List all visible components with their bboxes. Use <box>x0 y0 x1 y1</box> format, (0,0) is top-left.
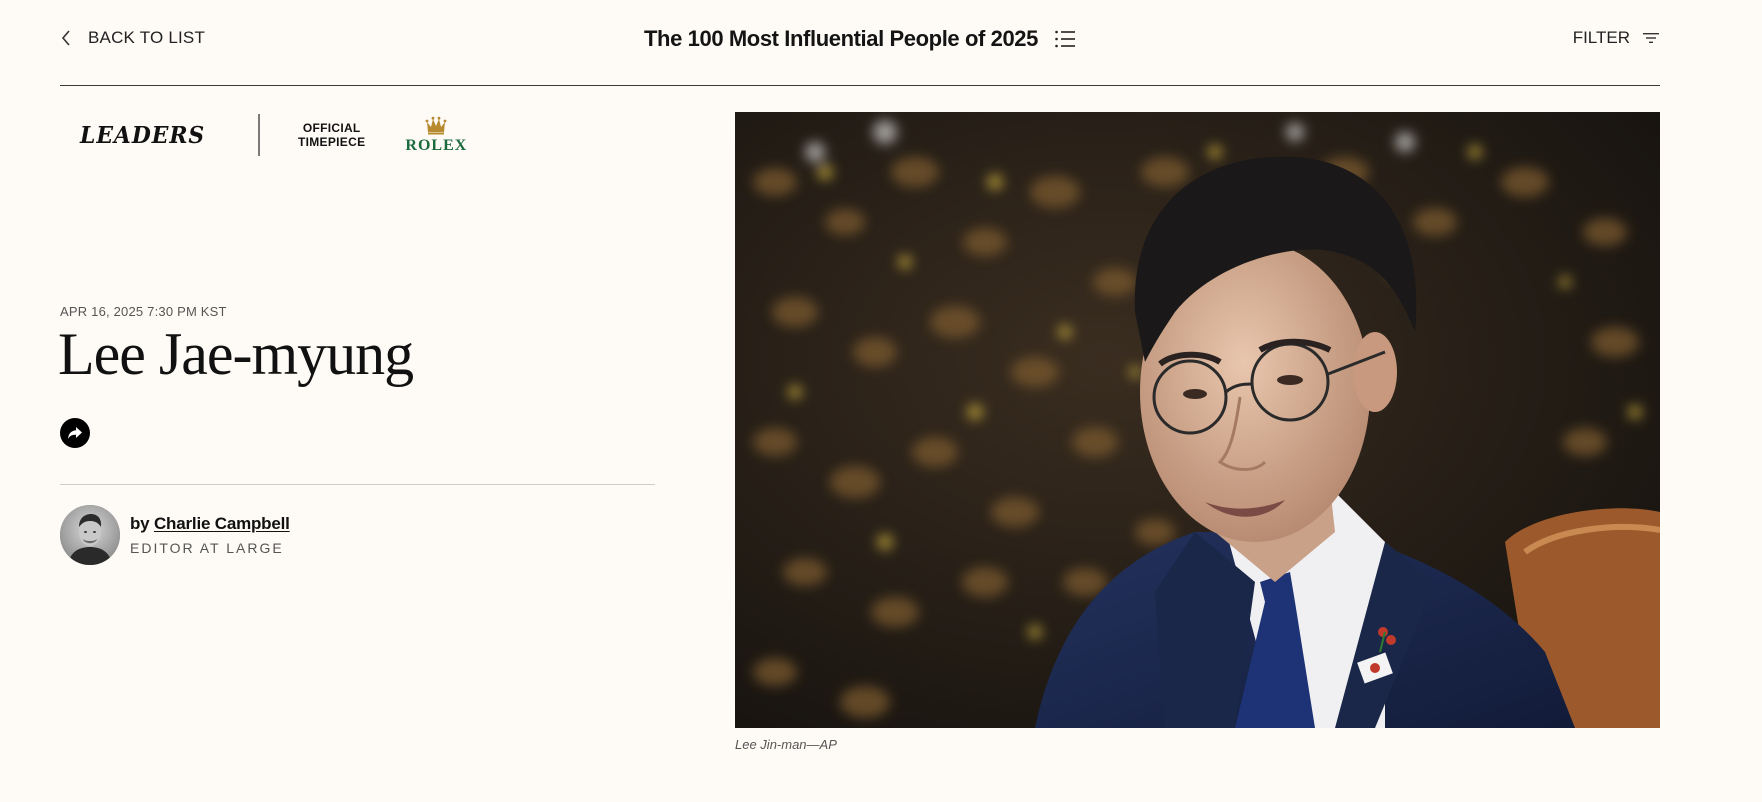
share-button[interactable] <box>60 418 90 448</box>
rolex-logo[interactable]: ROLEX <box>405 116 467 155</box>
rolex-wordmark: ROLEX <box>405 136 468 154</box>
timepiece-line-2: TIMEPIECE <box>298 135 366 149</box>
profile-page: BACK TO LIST The 100 Most Influential Pe… <box>0 0 1762 802</box>
official-timepiece-label: OFFICIAL TIMEPIECE <box>298 121 365 149</box>
list-title-button[interactable]: The 100 Most Influential People of 2025 <box>644 26 1076 52</box>
hero-photo <box>735 112 1660 728</box>
list-title: The 100 Most Influential People of 2025 <box>644 26 1038 51</box>
list-icon <box>1055 30 1075 48</box>
crown-icon <box>425 116 447 134</box>
back-to-list-link[interactable]: BACK TO LIST <box>60 28 205 48</box>
section-divider <box>60 484 655 485</box>
by-prefix: by <box>130 514 150 533</box>
back-to-list-label: BACK TO LIST <box>88 28 206 47</box>
filter-lines-icon <box>1643 33 1659 43</box>
share-arrow-icon <box>68 427 82 439</box>
article-headline: Lee Jae-myung <box>58 321 414 387</box>
timepiece-line-1: OFFICIAL <box>302 121 361 135</box>
author-role: EDITOR AT LARGE <box>130 540 284 556</box>
sponsor-banner: LEADERS OFFICIAL TIMEPIECE ROLEX <box>80 110 480 160</box>
by-line: by Charlie Campbell <box>130 514 290 534</box>
byline-text: by Charlie Campbell EDITOR AT LARGE <box>130 514 290 556</box>
top-navigation: BACK TO LIST The 100 Most Influential Pe… <box>60 0 1660 86</box>
chevron-left-icon <box>61 30 70 46</box>
author-avatar[interactable] <box>60 505 120 565</box>
sponsor-divider <box>258 114 260 156</box>
publish-date: APR 16, 2025 7:30 PM KST <box>60 304 227 319</box>
filter-label: FILTER <box>1572 28 1630 47</box>
author-name-link[interactable]: Charlie Campbell <box>154 514 290 533</box>
author-byline: by Charlie Campbell EDITOR AT LARGE <box>60 505 290 565</box>
photo-caption: Lee Jin-man—AP <box>735 737 837 752</box>
filter-button[interactable]: FILTER <box>1573 28 1660 48</box>
category-label: LEADERS <box>80 121 206 149</box>
